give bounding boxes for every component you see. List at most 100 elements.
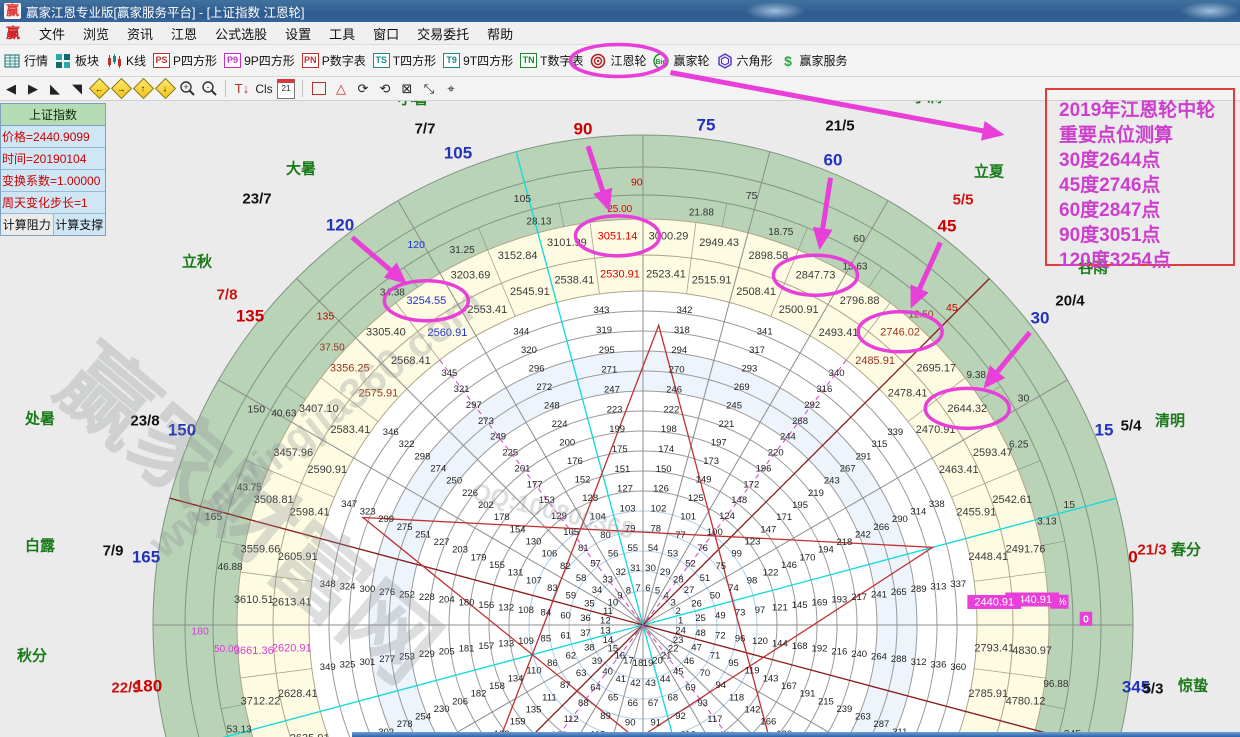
gann-wheel-icon xyxy=(590,53,607,69)
pan-down-button[interactable]: ↓ xyxy=(155,79,175,98)
outer-degree-label: 135 xyxy=(236,307,264,326)
wheel-integer-label: 146 xyxy=(781,560,797,571)
wheel-integer-label: 61 xyxy=(560,631,571,642)
wheel-integer-label: 122 xyxy=(763,568,779,579)
wheel-integer-label: 301 xyxy=(359,657,375,668)
wheel-integer-label: 88 xyxy=(578,698,589,709)
arc-cw-button[interactable]: ⟳ xyxy=(353,79,373,98)
wheel-integer-label: 177 xyxy=(527,479,543,490)
fit-tool-button[interactable]: ⤡ xyxy=(419,79,439,98)
panel-row-3: 变换系数=1.00000 xyxy=(1,170,105,192)
wheel-percent-label: 37.50 xyxy=(320,343,345,354)
wheel-integer-label: 275 xyxy=(397,522,413,533)
wheel-integer-label: 135 xyxy=(526,705,542,716)
menu-item-1[interactable]: 文件 xyxy=(30,25,74,44)
wheel-integer-label: 198 xyxy=(661,424,677,435)
wheel-percent-label: 3.13 xyxy=(1037,516,1057,527)
menu-item-8[interactable]: 窗口 xyxy=(364,25,408,44)
menu-item-9[interactable]: 交易委托 xyxy=(408,25,478,44)
pan-left-button[interactable]: ← xyxy=(89,79,109,98)
date-label: 7/8 xyxy=(217,287,238,304)
wheel-percent-label: 31.25 xyxy=(450,245,475,256)
badge-icon: T9 xyxy=(443,53,460,69)
title-bar: 赢 赢家江恩专业版[赢家服务平台] - [上证指数 江恩轮] xyxy=(0,0,1240,22)
calendar-button[interactable]: 21 xyxy=(276,79,296,98)
toolbar-button-T四方形[interactable]: TST四方形 xyxy=(370,50,439,71)
wheel-integer-label: 289 xyxy=(911,584,927,595)
wheel-integer-label: 98 xyxy=(747,575,758,586)
toolbar-button-9T四方形[interactable]: T99T四方形 xyxy=(440,50,516,71)
wheel-price-inner-label: 2455.91 xyxy=(956,506,996,518)
wheel-price-inner-label: 2515.91 xyxy=(692,274,732,286)
pyramid-down-button[interactable]: ◥ xyxy=(67,79,87,98)
time-axis-button[interactable]: T↓ xyxy=(232,79,252,98)
wheel-integer-label: 269 xyxy=(734,382,750,393)
wheel-integer-label: 200 xyxy=(559,438,575,449)
wheel-integer-label: 172 xyxy=(743,479,759,490)
wheel-integer-label: 171 xyxy=(776,512,792,523)
wheel-integer-label: 322 xyxy=(399,439,415,450)
wheel-integer-label: 278 xyxy=(397,719,413,730)
zoom-out-button[interactable]: - xyxy=(199,79,219,98)
forward-button[interactable]: ▶ xyxy=(23,79,43,98)
wheel-integer-label: 239 xyxy=(836,704,852,715)
calc-support-button[interactable]: 计算支撑 xyxy=(54,214,106,235)
pan-up-button[interactable]: ↑ xyxy=(133,79,153,98)
toolbar-button-行情[interactable]: 行情 xyxy=(1,50,51,71)
wheel-integer-label: 67 xyxy=(648,698,659,709)
calc-resistance-button[interactable]: 计算阻力 xyxy=(1,214,54,235)
wheel-integer-label: 340 xyxy=(829,368,845,379)
pyramid-up-button[interactable]: ◣ xyxy=(45,79,65,98)
wheel-integer-label: 336 xyxy=(931,659,947,670)
solar-term-label: 惊蛰 xyxy=(1178,677,1208,695)
wheel-integer-label: 343 xyxy=(594,305,610,316)
menu-item-10[interactable]: 帮助 xyxy=(478,25,522,44)
toolbar-button-P四方形[interactable]: PSP四方形 xyxy=(150,50,220,71)
toolbar-button-P数字表[interactable]: PNP数字表 xyxy=(299,50,369,71)
wheel-integer-label: 63 xyxy=(576,668,587,679)
zoom-in-button[interactable]: + xyxy=(177,79,197,98)
toolbar-button-板块[interactable]: 板块 xyxy=(52,50,102,71)
toolbar-button-K线[interactable]: K线 xyxy=(103,50,149,71)
wheel-price-inner-label: 2583.41 xyxy=(330,424,370,436)
rect-tool-button[interactable] xyxy=(309,79,329,98)
toolbar-button-label: 江恩轮 xyxy=(610,52,646,69)
wheel-integer-label: 128 xyxy=(582,493,598,504)
toolbar-button-label: 9T四方形 xyxy=(463,52,513,69)
wheel-degree-label: 120 xyxy=(407,239,425,251)
wheel-integer-label: 192 xyxy=(812,644,828,655)
toolbar-button-六角形[interactable]: 六角形 xyxy=(714,50,776,71)
wheel-degree-label: 15 xyxy=(1063,499,1075,511)
wheel-integer-label: 346 xyxy=(383,427,399,438)
wheel-integer-label: 37 xyxy=(580,628,591,639)
wheel-integer-label: 32 xyxy=(616,567,627,578)
boxed-x-button[interactable]: ⊠ xyxy=(397,79,417,98)
wheel-integer-label: 148 xyxy=(731,495,747,506)
toolbar-button-江恩轮[interactable]: 江恩轮 xyxy=(587,50,649,71)
wheel-price-inner-label: 2530.91 xyxy=(600,268,640,280)
wheel-price-inner-label: 2793.41 xyxy=(974,643,1014,655)
toolbar-button-赢家服务[interactable]: $赢家服务 xyxy=(777,50,851,71)
svg-text:-: - xyxy=(206,82,209,92)
menu-item-3[interactable]: 资讯 xyxy=(118,25,162,44)
menu-item-4[interactable]: 江恩 xyxy=(162,25,206,44)
pan-left-icon: ← xyxy=(88,78,109,99)
select-tool-button[interactable]: ⌖ xyxy=(441,79,461,98)
pan-right-button[interactable]: → xyxy=(111,79,131,98)
menu-item-7[interactable]: 工具 xyxy=(320,25,364,44)
toolbar-button-T数字表[interactable]: TNT数字表 xyxy=(517,50,586,71)
menu-item-2[interactable]: 浏览 xyxy=(74,25,118,44)
wheel-integer-label: 244 xyxy=(780,432,796,443)
triangle-tool-button[interactable]: △ xyxy=(331,79,351,98)
wheel-integer-label: 4 xyxy=(663,590,668,601)
menu-item-6[interactable]: 设置 xyxy=(276,25,320,44)
menu-item-5[interactable]: 公式选股 xyxy=(206,25,276,44)
wheel-integer-label: 96 xyxy=(735,633,746,644)
toolbar-button-赢家轮[interactable]: Big赢家轮 xyxy=(650,50,712,71)
toolbar-button-9P四方形[interactable]: P99P四方形 xyxy=(221,50,298,71)
forward-icon: ▶ xyxy=(28,81,38,97)
cls-button[interactable]: Cls xyxy=(254,79,274,98)
wheel-integer-label: 292 xyxy=(804,400,820,411)
arc-ccw-button[interactable]: ⟲ xyxy=(375,79,395,98)
back-button[interactable]: ◀ xyxy=(1,79,21,98)
